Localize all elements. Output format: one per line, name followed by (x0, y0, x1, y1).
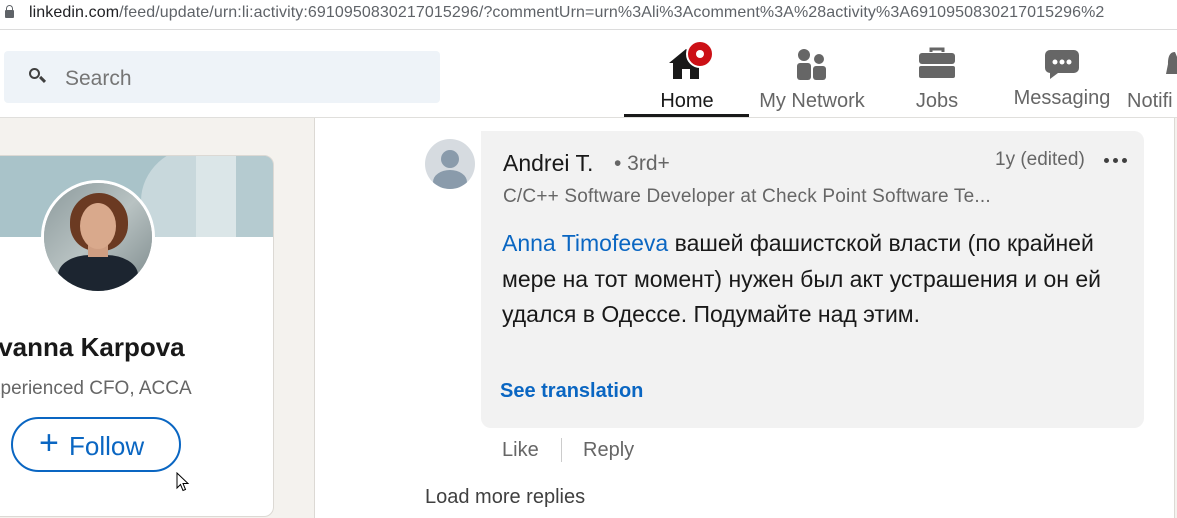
profile-avatar[interactable] (41, 180, 155, 294)
search-icon (29, 68, 47, 83)
lock-icon (5, 5, 14, 19)
comment-text: Anna Timofeeva вашей фашистской власти (… (502, 226, 1117, 333)
url-text[interactable]: linkedin.com/feed/update/urn:li:activity… (29, 4, 1104, 22)
action-divider (561, 438, 562, 462)
see-translation-link[interactable]: See translation (500, 380, 643, 403)
nav-jobs-label: Jobs (915, 90, 959, 112)
briefcase-icon (919, 47, 955, 78)
active-tab-indicator (624, 114, 749, 117)
connection-degree: • 3rd+ (614, 152, 670, 175)
nav-my-network-label: My Network (759, 90, 865, 112)
url-host: linkedin.com (29, 4, 120, 21)
notification-badge (686, 40, 714, 68)
search-input[interactable] (65, 67, 405, 91)
commenter-avatar[interactable] (425, 139, 475, 189)
profile-name[interactable]: Ivanna Karpova (0, 332, 185, 363)
comment-timestamp: 1y (edited) (995, 149, 1085, 170)
nav-home-label: Home (660, 90, 714, 112)
nav-messaging[interactable]: Messaging (1006, 30, 1118, 118)
network-icon (797, 49, 826, 80)
plus-icon: + (39, 424, 59, 462)
profile-headline: xperienced CFO, ACCA (0, 378, 192, 399)
author-headline: C/C++ Software Developer at Check Point … (503, 186, 991, 207)
follow-button[interactable]: + Follow (11, 417, 181, 472)
mouse-cursor-icon (176, 472, 190, 492)
follow-button-label: Follow (69, 431, 145, 461)
top-navigation: Home My Network Jobs Messaging (0, 30, 1177, 118)
nav-my-network[interactable]: My Network (752, 30, 872, 118)
reply-button[interactable]: Reply (583, 439, 634, 462)
nav-notifications[interactable]: Notifi (1127, 30, 1177, 118)
profile-card: Ivanna Karpova xperienced CFO, ACCA + Fo… (0, 155, 274, 517)
like-button[interactable]: Like (502, 439, 539, 462)
nav-messaging-label: Messaging (1013, 87, 1111, 109)
nav-notifications-label: Notifi (1127, 90, 1173, 112)
bell-icon (1166, 52, 1177, 74)
mention-link[interactable]: Anna Timofeeva (502, 230, 668, 256)
more-options-icon[interactable] (1104, 158, 1128, 164)
nav-jobs[interactable]: Jobs (890, 30, 984, 118)
nav-home[interactable]: Home (630, 30, 744, 118)
url-path: /feed/update/urn:li:activity:69109508302… (119, 4, 1105, 21)
chat-icon (1045, 50, 1079, 79)
browser-address-bar[interactable]: linkedin.com/feed/update/urn:li:activity… (0, 0, 1177, 30)
comment-author[interactable]: Andrei T. (503, 150, 593, 177)
load-more-replies-link[interactable]: Load more replies (425, 486, 585, 509)
